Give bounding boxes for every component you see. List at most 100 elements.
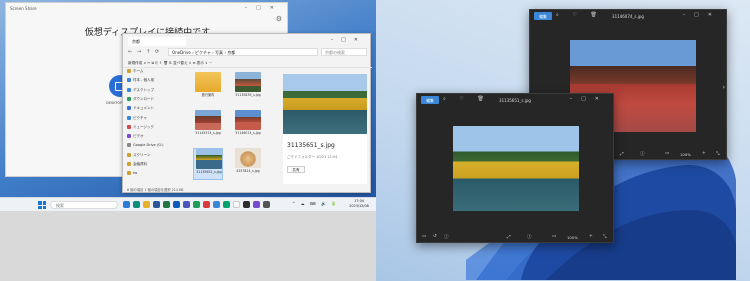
sidebar-item-label: 村本 - 個人用 [133,78,154,83]
zoom-in-icon[interactable]: + [589,234,593,239]
system-tray[interactable]: ^ ☁ ⌨ 🔊 🔋 [292,201,338,206]
file-item-selected[interactable]: 31135651_s.jpg [193,148,223,180]
folder-icon [127,134,131,139]
folder-icon [127,69,131,73]
photo-image [453,126,579,211]
zoom-in-icon[interactable]: + [702,151,706,156]
command-bar[interactable]: 新規作成 ∨ ✂ ⧉ ⎘ ⇪ 🗑 ⇅ 並べ替え ∨ ≡ 表示 ∨ ··· [123,59,372,68]
sidebar-item-label: ビデオ [133,134,144,139]
sidebar-item[interactable]: ホーム [127,69,187,74]
window-controls[interactable]: –□✕ [683,12,721,18]
info-icon[interactable]: ⓘ [640,151,645,157]
empty-area [0,211,376,281]
info-icon[interactable]: ⓘ [444,234,449,240]
search-input[interactable]: 京都の検索 [321,48,367,56]
back-icon[interactable]: ← [128,49,132,55]
sidebar-item[interactable]: 会議資料 [127,162,187,167]
clock[interactable]: 17:04 2023/12/08 [345,199,373,209]
image-thumbnail [196,149,222,169]
status-bar: 6 個の項目 1 個の項目を選択 214 KB [127,188,184,192]
photos-icon[interactable] [213,201,220,208]
sidebar-item[interactable]: スクリーン [127,152,187,158]
forward-icon[interactable]: → [137,49,141,55]
folder-icon[interactable] [143,201,150,208]
taskview-icon[interactable] [123,201,130,208]
word-icon[interactable] [153,201,160,208]
folder-icon [127,78,131,83]
folder-icon [127,87,131,92]
folder-icon [195,72,221,92]
path-input[interactable]: OneDrive › ピクチャ › 写真 › 京都 [168,48,318,56]
outlook-icon[interactable] [173,201,180,208]
fit-icon[interactable]: ⤢ [620,151,624,157]
sidebar-item[interactable]: ドキュメント [127,106,187,111]
windows-start-icon[interactable] [38,201,46,209]
sidebar-item[interactable]: デスクトップ [127,87,187,93]
fullscreen-icon[interactable]: ⤡ [603,234,607,240]
up-icon[interactable]: ↑ [146,49,150,55]
aspect-icon[interactable]: ▭ [552,234,556,239]
edge-icon[interactable] [133,201,140,208]
sidebar-item[interactable]: ミュージック [127,124,187,130]
sidebar-item-label: ホーム [133,69,144,73]
sidebar-item-label: ピクチャ [133,115,147,120]
photo-viewer-front: 編集 ⌕ ♡ 🗑 31135651_s.jpg –□✕ ▭ ↺ ⓘ ⤢ ⓘ ▭ … [416,93,614,243]
app-icon[interactable] [203,201,210,208]
file-item[interactable]: 31135835_s.jpg [233,72,263,104]
app-icon[interactable] [263,201,270,208]
info-icon[interactable]: ⓘ [527,234,532,240]
window-controls[interactable]: –□✕ [331,37,366,43]
folder-icon [127,171,131,176]
app-icon[interactable] [223,201,230,208]
file-item[interactable]: 4257824_s.jpg [233,148,263,180]
sidebar-item-label: ドキュメント [133,106,154,111]
zoom-level[interactable]: 100% [680,152,691,157]
navigation-pane: ホーム村本 - 個人用デスクトップ ダウンロードドキュメント ピクチャミュージックビ… [123,69,189,186]
fullscreen-icon[interactable]: ⤡ [716,151,720,157]
file-item[interactable]: 31145374_s.jpg [193,110,223,142]
window-controls[interactable]: –□✕ [570,96,608,102]
image-thumbnail [235,148,261,168]
zoom-level[interactable]: 100% [567,235,578,240]
refresh-icon[interactable]: ⟳ [155,49,159,55]
left-screenshot: Screen Share –□✕ ⚙ 仮想ディスプレイに接続中です 表示が安定し… [0,0,376,281]
sidebar-item[interactable]: ビデオ [127,134,187,139]
folder-icon [127,143,131,148]
teams-icon[interactable] [183,201,190,208]
tab-kyoto[interactable]: 京都 [128,37,186,46]
clock-date: 2023/12/08 [349,204,369,208]
file-item[interactable]: 旅行案内 [193,72,223,104]
share-button[interactable]: 共有 [287,166,305,173]
sidebar-item-label: Google Drive (G:) [133,143,164,148]
folder-icon [127,96,131,101]
file-item[interactable]: 31146074_s.jpg [233,110,263,142]
gear-icon[interactable]: ⚙ [276,15,282,23]
rotate-icon[interactable]: ↺ [433,234,437,239]
sidebar-item[interactable]: ダウンロード [127,96,187,102]
fit-icon[interactable]: ⤢ [507,234,511,240]
preview-date: ごモドフォルダー 10/21 12:04 [287,155,338,159]
folder-icon [127,152,131,157]
aspect-icon[interactable]: ▭ [665,151,669,156]
window-controls[interactable]: –□✕ [245,5,283,11]
chrome-icon[interactable] [233,201,240,208]
folder-icon [127,162,131,166]
image-thumbnail [195,110,221,130]
taskbar-search-input[interactable]: 検索 [50,201,118,209]
slideshow-icon[interactable]: ▭ [422,234,426,239]
folder-icon [127,115,131,120]
folder-icon [127,124,131,129]
folder-icon [127,106,131,111]
app-icon[interactable] [193,201,200,208]
next-arrow-icon[interactable]: › [723,84,725,91]
sidebar-item[interactable]: ピクチャ [127,115,187,121]
app-icon[interactable] [253,201,260,208]
sidebar-item[interactable]: tw [127,171,187,176]
image-thumbnail [235,110,261,130]
app-icon[interactable] [243,201,250,208]
image-thumbnail [235,72,261,92]
excel-icon[interactable] [163,201,170,208]
sidebar-item[interactable]: 村本 - 個人用 [127,78,187,83]
preview-filename: 31135651_s.jpg [287,142,335,149]
sidebar-item[interactable]: Google Drive (G:) [127,143,187,148]
